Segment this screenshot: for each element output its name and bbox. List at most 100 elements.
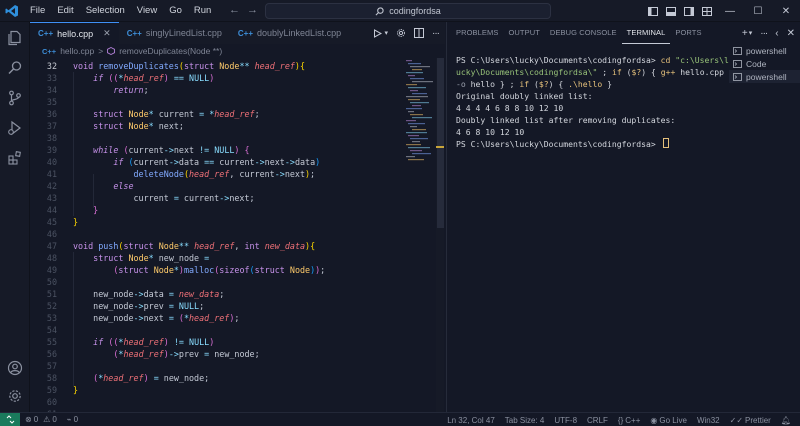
line-number: 34 [46, 85, 57, 95]
tab-singly-lined-list-cpp[interactable]: C++ singlyLinedList.cpp [119, 22, 230, 44]
platform[interactable]: Win32 [692, 416, 725, 425]
code-editor[interactable]: 32 void removeDuplicates(struct Node** he… [30, 58, 445, 412]
error-count: 0 [33, 415, 39, 424]
line-code: if ((*head_ref) != NULL) [93, 337, 215, 347]
encoding[interactable]: UTF-8 [549, 416, 582, 425]
split-editor-icon[interactable] [414, 28, 424, 38]
end-of-line[interactable]: CRLF [582, 416, 613, 425]
panel-tabs: PROBLEMS OUTPUT DEBUG CONSOLE TERMINAL P… [447, 22, 800, 44]
line-number: 52 [46, 301, 57, 311]
menu-file[interactable]: File [24, 0, 51, 22]
line-number: 35 [46, 97, 57, 107]
collapse-panel-chevron-icon[interactable]: ‹ [775, 28, 778, 39]
menu-go[interactable]: Go [163, 0, 188, 22]
terminal-output[interactable]: PS C:\Users\lucky\Documents\codingfordsa… [456, 54, 729, 150]
minimap-line [412, 141, 420, 143]
more-panel-actions-icon[interactable]: ··· [760, 28, 768, 39]
tab-problems[interactable]: PROBLEMS [451, 22, 503, 44]
source-control-icon[interactable] [0, 84, 30, 112]
toggle-sidebar-icon[interactable] [644, 0, 662, 22]
terminal-item-label: powershell [746, 71, 787, 82]
minimap-line [408, 147, 430, 149]
tab-terminal[interactable]: TERMINAL [621, 22, 671, 44]
tab-debug-console[interactable]: DEBUG CONSOLE [545, 22, 622, 44]
menu-view[interactable]: View [131, 0, 163, 22]
run-dropdown-chevron-icon[interactable]: ▾ [384, 29, 388, 37]
account-icon[interactable] [0, 354, 30, 382]
terminal-item-code[interactable]: Code [729, 57, 800, 70]
explorer-icon[interactable] [0, 24, 30, 52]
editor-scrollbar[interactable] [436, 58, 444, 412]
close-tab-icon[interactable]: ✕ [103, 28, 111, 39]
toggle-secondary-sidebar-icon[interactable] [680, 0, 698, 22]
function-cube-icon [107, 47, 116, 55]
terminal-icon [733, 46, 742, 55]
breadcrumb-separator: > [98, 46, 104, 56]
editor-settings-gear-icon[interactable] [396, 28, 406, 38]
broadcast-icon: ◉ [650, 415, 658, 425]
problems-status[interactable]: ⊗ 0 ⚠ 0 [20, 415, 62, 424]
line-number: 51 [46, 289, 57, 299]
line-code: while (current->next != NULL) { [93, 145, 250, 155]
cpp-file-icon: C++ [38, 29, 54, 38]
command-center-search[interactable]: codingfordsa [265, 3, 551, 19]
language-mode[interactable]: {} C++ [613, 416, 645, 425]
line-code: (*head_ref) = new_node; [93, 373, 210, 383]
new-terminal-plus-icon[interactable]: + [742, 28, 748, 39]
terminal-item-powershell-2[interactable]: powershell [729, 70, 800, 83]
warning-count: 0 [52, 415, 57, 424]
minimap-line [412, 105, 421, 107]
toggle-panel-icon[interactable] [662, 0, 680, 22]
minimap[interactable] [404, 58, 434, 168]
line-number: 43 [46, 193, 57, 203]
more-actions-icon[interactable]: ··· [432, 28, 440, 39]
tab-label: hello.cpp [57, 28, 94, 39]
prettier[interactable]: ✓✓ Prettier [725, 416, 776, 425]
forward-arrow-icon[interactable]: → [247, 4, 258, 16]
cpp-file-icon: C++ [42, 46, 57, 56]
close-panel-icon[interactable]: ✕ [787, 28, 795, 39]
tab-hello-cpp[interactable]: C++ hello.cpp ✕ [30, 22, 119, 44]
minimize-icon[interactable]: — [716, 0, 744, 22]
settings-gear-icon[interactable] [0, 382, 30, 410]
notifications-bell-icon[interactable]: 🔔︎ [776, 416, 796, 425]
line-number: 56 [46, 349, 57, 359]
menu-run[interactable]: Run [188, 0, 217, 22]
run-debug-icon[interactable] [0, 114, 30, 142]
tab-size[interactable]: Tab Size: 4 [500, 416, 550, 425]
line-number: 58 [46, 373, 57, 383]
menu-selection[interactable]: Selection [80, 0, 131, 22]
cursor-position[interactable]: Ln 32, Col 47 [442, 416, 500, 425]
line-code: void removeDuplicates(struct Node** head… [73, 61, 306, 71]
tab-doubly-linked-list-cpp[interactable]: C++ doublyLinkedList.cpp [230, 22, 349, 44]
error-icon: ⊗ [25, 415, 32, 424]
minimap-line [408, 135, 419, 137]
maximize-icon[interactable]: ☐ [744, 0, 772, 22]
tab-label: doublyLinkedList.cpp [257, 28, 342, 38]
close-window-icon[interactable]: ✕ [772, 0, 800, 22]
tab-output[interactable]: OUTPUT [503, 22, 544, 44]
line-code: deleteNode(head_ref, current->next); [133, 169, 316, 179]
customize-layout-icon[interactable] [698, 0, 716, 22]
ports-status[interactable]: ⌁ 0 [62, 415, 83, 424]
terminal-item-powershell-1[interactable]: powershell [729, 44, 800, 57]
extensions-icon[interactable] [0, 144, 30, 172]
breadcrumb-file[interactable]: hello.cpp [60, 46, 94, 56]
back-arrow-icon[interactable]: ← [229, 4, 240, 16]
run-file-icon[interactable] [373, 28, 383, 38]
breadcrumb-symbol[interactable]: removeDuplicates(Node **) [119, 46, 222, 56]
go-live[interactable]: ◉ Go Live [645, 416, 692, 425]
window-controls: — ☐ ✕ [644, 0, 800, 22]
terminal-profile-chevron-icon[interactable]: ▾ [749, 29, 753, 37]
tab-ports[interactable]: PORTS [670, 22, 706, 44]
remote-indicator-icon[interactable] [0, 412, 20, 426]
search-view-icon[interactable] [0, 54, 30, 82]
minimap-line [412, 153, 431, 155]
minimap-line [406, 156, 415, 158]
line-code: if (current->data == current->next->data… [113, 157, 321, 167]
scrollbar-thumb[interactable] [437, 58, 444, 228]
terminal-line: -o hello } ; if ($?) { .\hello } [456, 79, 612, 89]
scrollbar-cursor-marker [436, 146, 444, 148]
minimap-line [406, 120, 416, 122]
menu-edit[interactable]: Edit [51, 0, 79, 22]
